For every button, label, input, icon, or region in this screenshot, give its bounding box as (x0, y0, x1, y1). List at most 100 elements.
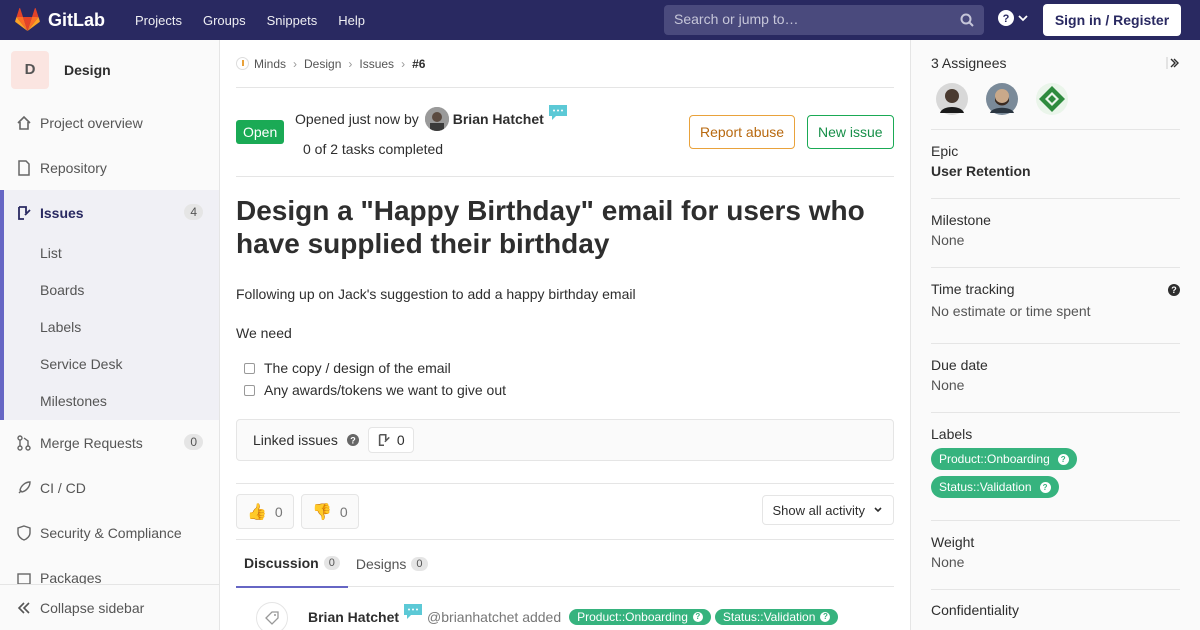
linked-issues-count[interactable]: 0 (367, 427, 414, 453)
epic-title: Epic (931, 143, 959, 159)
sidebar-item-label: Merge Requests (40, 434, 143, 451)
system-note: Brian Hatchet @brianhatchet added Produc… (236, 587, 894, 630)
thumbs-down-icon: 👎 (312, 503, 332, 521)
description-paragraph: Following up on Jack's suggestion to add… (236, 286, 636, 302)
nav-groups[interactable]: Groups (203, 13, 246, 28)
nav-projects[interactable]: Projects (135, 13, 182, 28)
scoped-label[interactable]: Product::Onboarding ? (569, 609, 711, 625)
award-emoji-bar: 👍 0 👎 0 Show all activity (236, 483, 894, 537)
sign-in-button[interactable]: Sign in / Register (1043, 4, 1181, 36)
breadcrumb-item-design[interactable]: Design (304, 57, 341, 71)
sidebar-subitem-boards[interactable]: Boards (0, 272, 219, 309)
chevron-right-icon: › (293, 56, 298, 71)
time-tracking-title: Time tracking (931, 281, 1015, 297)
label-text: Product::Onboarding (577, 610, 688, 624)
issues-icon (378, 433, 390, 447)
milestone-title: Milestone (931, 212, 991, 228)
search-input[interactable]: Search or jump to… (664, 5, 984, 35)
epic-value[interactable]: User Retention (931, 163, 1180, 179)
right-sidebar: 3 Assignees Epic User Retention Mileston… (910, 40, 1200, 630)
avatar[interactable] (424, 107, 449, 131)
activity-filter-dropdown[interactable]: Show all activity (761, 495, 894, 525)
nav-help[interactable]: Help (338, 13, 365, 28)
sidebar-item-label: Project overview (40, 114, 143, 131)
task-label: Any awards/tokens we want to give out (264, 382, 507, 398)
note-author[interactable]: Brian Hatchet (308, 609, 399, 625)
time-tracking-block: Time tracking No estimate or time spent … (931, 268, 1180, 344)
confidentiality-block: Confidentiality (931, 590, 1180, 630)
sidebar-item-ci-cd[interactable]: CI / CD (0, 465, 219, 510)
tab-designs[interactable]: Designs 0 (348, 540, 436, 588)
scoped-label[interactable]: Status::Validation ? (714, 609, 839, 625)
sidebar-subitem-milestones[interactable]: Milestones (0, 383, 219, 420)
task-item: The copy / design of the email (236, 357, 894, 379)
issues-submenu: List Boards Labels Service Desk Mileston… (0, 235, 219, 420)
collapse-sidebar-button[interactable]: Collapse sidebar (0, 584, 219, 630)
thumbs-down-button[interactable]: 👎 0 (301, 494, 359, 529)
rocket-icon (16, 480, 32, 496)
description-paragraph: We need (236, 325, 292, 341)
tasks-completed: 0 of 2 tasks completed (303, 141, 444, 157)
breadcrumb-item-minds[interactable]: Minds (254, 57, 286, 71)
chat-bubble-icon (548, 105, 567, 120)
shield-icon (16, 524, 32, 541)
weight-value: None (931, 554, 965, 570)
linked-count-value: 0 (396, 432, 405, 448)
sidebar-subitem-service-desk[interactable]: Service Desk (0, 346, 219, 383)
tab-label: Designs (355, 556, 407, 572)
time-tracking-value: No estimate or time spent (931, 303, 1091, 319)
nav-snippets[interactable]: Snippets (267, 13, 318, 28)
tanuki-icon (15, 8, 40, 31)
gitlab-logo[interactable]: GitLab (15, 8, 105, 32)
sidebar-item-issues[interactable]: Issues 4 (0, 190, 219, 235)
help-dropdown[interactable]: ? (998, 10, 1029, 26)
report-abuse-button[interactable]: Report abuse (689, 115, 796, 149)
question-circle-icon[interactable]: ? (1168, 284, 1180, 296)
linked-issues-label: Linked issues (253, 432, 338, 448)
question-icon: ? (820, 612, 831, 622)
due-date-title: Due date (931, 357, 988, 373)
avatar[interactable] (1036, 83, 1068, 115)
question-circle-icon[interactable]: ? (346, 433, 360, 447)
search-icon (960, 13, 974, 27)
thumbs-up-icon: 👍 (247, 503, 267, 521)
task-checkbox[interactable] (244, 362, 255, 374)
tab-label: Discussion (244, 555, 319, 571)
collapse-sidebar-label: Collapse sidebar (40, 599, 145, 616)
question-icon: ? (692, 612, 703, 622)
sidebar-item-label: Issues (40, 204, 84, 221)
new-issue-button[interactable]: New issue (807, 115, 894, 149)
collapse-right-icon[interactable] (1166, 56, 1180, 70)
milestone-value: None (931, 232, 965, 248)
search-placeholder: Search or jump to… (674, 11, 799, 27)
tab-discussion[interactable]: Discussion 0 (236, 540, 348, 588)
sidebar-subitem-list[interactable]: List (0, 235, 219, 272)
chevron-right-icon: › (401, 56, 406, 71)
breadcrumb-current[interactable]: #6 (412, 57, 425, 71)
project-header[interactable]: D Design (0, 40, 219, 100)
avatar[interactable] (986, 83, 1018, 115)
linked-issues-panel: Linked issues ? 0 (236, 419, 894, 461)
author-name[interactable]: Brian Hatchet (453, 111, 544, 127)
sidebar-item-project-overview[interactable]: Project overview (0, 100, 219, 145)
sidebar-item-repository[interactable]: Repository (0, 145, 219, 190)
issue-header: Open Opened just now by Brian Hatchet 0 … (236, 88, 894, 177)
sidebar-item-security[interactable]: Security & Compliance (0, 510, 219, 555)
task-checkbox[interactable] (244, 384, 255, 396)
issue-opened-line: Opened just now by Brian Hatchet (295, 105, 568, 131)
epic-block: Epic User Retention (931, 130, 1180, 199)
due-date-block: Due date None (931, 344, 1180, 413)
avatar[interactable] (936, 83, 968, 115)
scoped-label[interactable]: Status::Validation ? (931, 476, 1059, 498)
sidebar-subitem-labels[interactable]: Labels (0, 309, 219, 346)
thumbs-up-button[interactable]: 👍 0 (236, 494, 294, 529)
scoped-label[interactable]: Product::Onboarding ? (931, 448, 1077, 470)
sidebar-item-label: CI / CD (40, 479, 86, 496)
labels-block: Labels Product::Onboarding ? Status::Val… (931, 413, 1180, 521)
milestone-block: Milestone None (931, 199, 1180, 268)
sidebar-item-merge-requests[interactable]: Merge Requests 0 (0, 420, 219, 465)
svg-text:?: ? (350, 436, 356, 446)
breadcrumb-item-issues[interactable]: Issues (359, 57, 394, 71)
question-icon: ? (1039, 481, 1051, 493)
note-handle: @brianhatchet added (427, 609, 562, 625)
